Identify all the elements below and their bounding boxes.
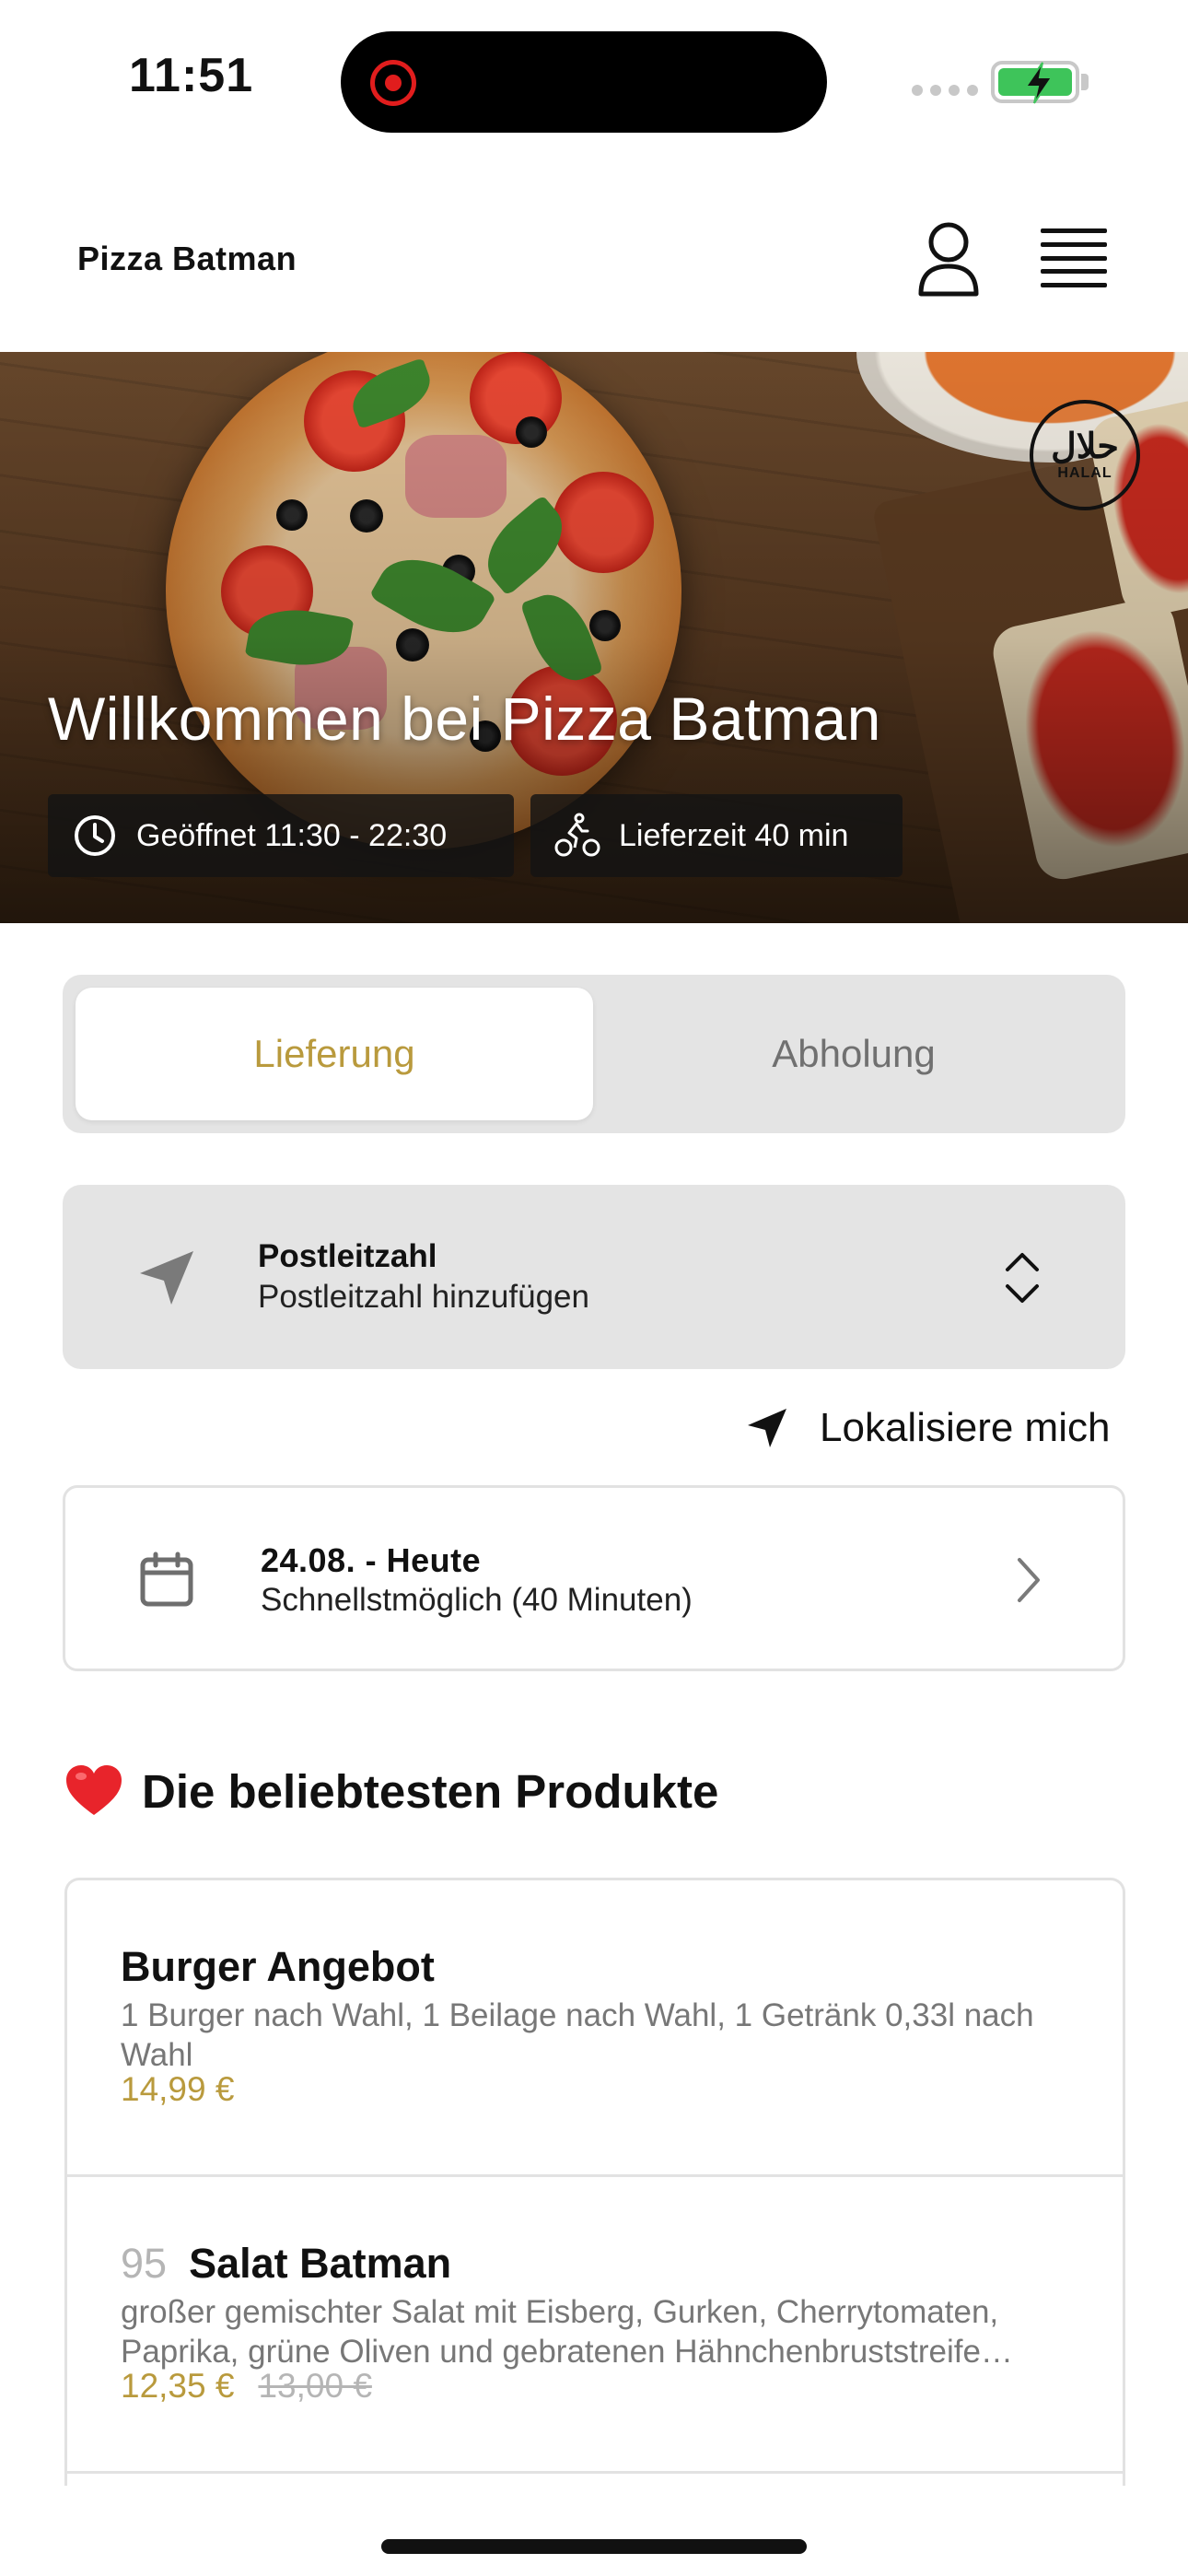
order-mode-toggle: Lieferung Abholung	[63, 975, 1125, 1133]
welcome-title: Willkommen bei Pizza Batman	[48, 685, 881, 753]
postcode-label: Postleitzahl	[258, 1238, 437, 1274]
delivery-time-text: Lieferzeit 40 min	[619, 817, 849, 853]
opening-hours-chip: Geöffnet 11:30 - 22:30	[48, 794, 514, 877]
product-description: großer gemischter Salat mit Eisberg, Gur…	[121, 2294, 1013, 2370]
halal-label: HALAL	[1057, 465, 1112, 481]
product-description: 1 Burger nach Wahl, 1 Beilage nach Wahl,…	[121, 1997, 1034, 2073]
popular-products-heading: Die beliebtesten Produkte	[64, 1763, 718, 1819]
battery-cap	[1081, 74, 1089, 90]
app-screen: 11:51 Pizza Batman حلال HALAL Willkommen…	[0, 0, 1188, 2576]
postcode-selector[interactable]: Postleitzahl Postleitzahl hinzufügen	[63, 1185, 1125, 1369]
restaurant-name: Pizza Batman	[77, 240, 297, 277]
clock-icon	[75, 815, 115, 856]
app-header: Pizza Batman	[0, 166, 1188, 352]
delivery-tab[interactable]: Lieferung	[76, 988, 593, 1120]
old-price: 13,00 €	[258, 2367, 372, 2405]
chevron-up-down-icon	[1006, 1253, 1039, 1303]
halal-badge: حلال HALAL	[1030, 400, 1140, 510]
product-name: 95 Salat Batman	[121, 2240, 451, 2288]
pickup-tab[interactable]: Abholung	[595, 988, 1112, 1120]
user-icon[interactable]	[912, 217, 985, 299]
hero-banner: حلال HALAL Willkommen bei Pizza Batman G…	[0, 352, 1188, 923]
price-value: 12,35 €	[121, 2367, 235, 2405]
product-card[interactable]: 95 Salat Batman großer gemischter Salat m…	[67, 2177, 1123, 2474]
heart-icon	[66, 1765, 122, 1815]
product-title: Burger Angebot	[121, 1943, 435, 1990]
price-value: 14,99 €	[121, 2070, 235, 2108]
product-price: 14,99 €	[121, 2070, 234, 2109]
calendar-icon	[140, 1551, 193, 1607]
status-time: 11:51	[129, 49, 254, 102]
locate-me-button[interactable]: Lokalisiere mich	[746, 1400, 1110, 1456]
hamburger-menu-icon[interactable]	[1041, 228, 1107, 287]
popular-products-title: Die beliebtesten Produkte	[142, 1764, 719, 1818]
bicycle-courier-icon	[554, 813, 600, 857]
delivery-time-selector[interactable]: 24.08. - Heute Schnellstmöglich (40 Minu…	[63, 1485, 1125, 1671]
charging-bolt-icon	[1024, 62, 1054, 104]
chevron-right-icon	[1018, 1558, 1040, 1602]
delivery-time-option: Schnellstmöglich (40 Minuten)	[261, 1582, 693, 1618]
delivery-date: 24.08. - Heute	[261, 1541, 482, 1579]
product-list: Burger Angebot 1 Burger nach Wahl, 1 Bei…	[64, 1878, 1125, 2486]
home-indicator[interactable]	[381, 2539, 807, 2554]
postcode-value: Postleitzahl hinzufügen	[258, 1279, 589, 1315]
locate-me-label: Lokalisiere mich	[820, 1405, 1111, 1450]
product-title: Salat Batman	[189, 2240, 452, 2287]
product-price: 12,35 € 13,00 €	[121, 2367, 372, 2406]
location-arrow-icon	[140, 1251, 193, 1305]
recording-indicator-icon	[370, 60, 416, 106]
product-name: Burger Angebot	[121, 1943, 435, 1991]
product-card[interactable]: Burger Angebot 1 Burger nach Wahl, 1 Bei…	[67, 1880, 1123, 2177]
halal-arabic-text: حلال	[1051, 425, 1119, 466]
location-arrow-icon	[748, 1409, 786, 1447]
status-bar: 11:51	[0, 0, 1188, 166]
opening-hours-text: Geöffnet 11:30 - 22:30	[136, 817, 448, 853]
product-number: 95	[121, 2240, 168, 2287]
cellular-signal-icon	[912, 85, 978, 96]
delivery-time-chip: Lieferzeit 40 min	[530, 794, 903, 877]
